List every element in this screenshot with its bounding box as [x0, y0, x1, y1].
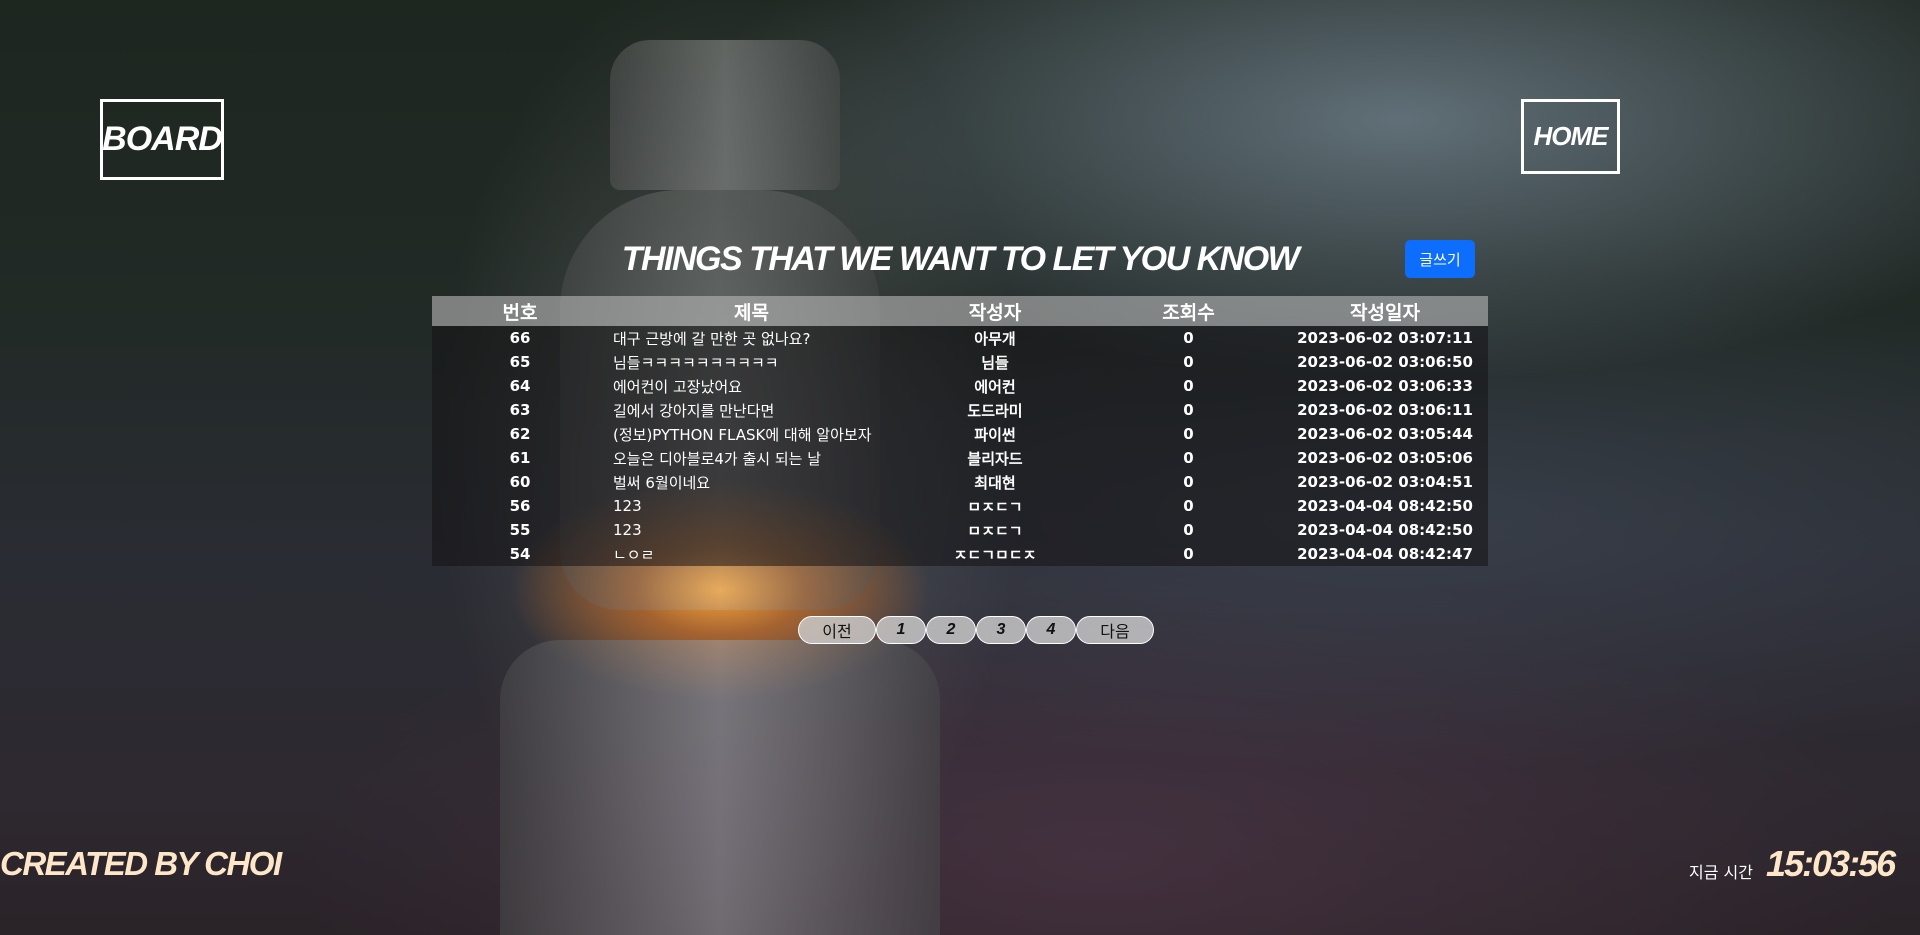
table-row[interactable]: 62 (정보)PYTHON FLASK에 대해 알아보자 파이썬 0 2023-…	[432, 422, 1488, 446]
post-title-cell: 123	[608, 518, 895, 542]
post-title-link[interactable]: 길에서 강아지를 만난다면	[613, 402, 774, 420]
lantern-cap	[610, 40, 840, 190]
column-header-views: 조회수	[1162, 301, 1215, 324]
post-date: 2023-06-02 03:06:11	[1297, 401, 1473, 419]
post-number: 65	[509, 353, 531, 371]
table-row[interactable]: 56 123 ㅁㅈㄷㄱ 0 2023-04-04 08:42:50	[432, 494, 1488, 518]
post-title-cell: 길에서 강아지를 만난다면	[608, 398, 895, 422]
post-number: 66	[509, 329, 531, 347]
column-header-number: 번호	[502, 301, 538, 324]
table-row[interactable]: 66 대구 근방에 갈 만한 곳 없나요? 아무개 0 2023-06-02 0…	[432, 326, 1488, 350]
post-views: 0	[1183, 401, 1194, 419]
post-title-cell: ㄴㅇㄹ	[608, 542, 895, 566]
board-logo: BOARD	[100, 99, 224, 180]
post-number: 55	[509, 521, 531, 539]
post-author: 님들	[981, 353, 1009, 372]
post-title-link[interactable]: 에어컨이 고장났어요	[613, 378, 742, 396]
post-title-link[interactable]: (정보)PYTHON FLASK에 대해 알아보자	[613, 426, 872, 444]
post-views: 0	[1183, 377, 1194, 395]
clock-label: 지금 시간	[1689, 863, 1753, 882]
post-date: 2023-04-04 08:42:50	[1297, 497, 1473, 515]
post-views: 0	[1183, 521, 1194, 539]
post-views: 0	[1183, 353, 1194, 371]
board-table: 번호 제목 작성자 조회수 작성일자 66 대구 근방에 갈 만한 곳 없나요?…	[432, 296, 1488, 566]
page-button-3[interactable]: 3	[976, 616, 1026, 644]
post-title-cell: 대구 근방에 갈 만한 곳 없나요?	[608, 326, 895, 350]
post-title-link[interactable]: 대구 근방에 갈 만한 곳 없나요?	[613, 330, 810, 348]
table-row[interactable]: 65 님들ㅋㅋㅋㅋㅋㅋㅋㅋㅋㅋ 님들 0 2023-06-02 03:06:50	[432, 350, 1488, 374]
next-page-button[interactable]: 다음	[1076, 616, 1154, 644]
post-views: 0	[1183, 473, 1194, 491]
post-views: 0	[1183, 449, 1194, 467]
column-header-title: 제목	[734, 301, 769, 324]
table-row[interactable]: 61 오늘은 디아블로4가 출시 되는 날 블리자드 0 2023-06-02 …	[432, 446, 1488, 470]
post-date: 2023-06-02 03:05:06	[1297, 449, 1473, 467]
page-button-4[interactable]: 4	[1026, 616, 1076, 644]
post-title-cell: 에어컨이 고장났어요	[608, 374, 895, 398]
lantern-base	[500, 640, 940, 935]
post-date: 2023-04-04 08:42:47	[1297, 545, 1473, 563]
post-number: 63	[509, 401, 531, 419]
post-number: 62	[509, 425, 531, 443]
page-title: THINGS THAT WE WANT TO LET YOU KNOW	[621, 240, 1300, 278]
table-row[interactable]: 55 123 ㅁㅈㄷㄱ 0 2023-04-04 08:42:50	[432, 518, 1488, 542]
post-title-link[interactable]: 123	[613, 521, 642, 539]
table-row[interactable]: 63 길에서 강아지를 만난다면 도드라미 0 2023-06-02 03:06…	[432, 398, 1488, 422]
table-header-row: 번호 제목 작성자 조회수 작성일자	[432, 296, 1488, 326]
table-row[interactable]: 60 벌써 6월이네요 최대현 0 2023-06-02 03:04:51	[432, 470, 1488, 494]
post-date: 2023-06-02 03:04:51	[1297, 473, 1473, 491]
post-number: 56	[509, 497, 531, 515]
post-author: 도드라미	[967, 401, 1023, 420]
page-button-1[interactable]: 1	[876, 616, 926, 644]
pagination: 이전 1 2 3 4 다음	[798, 616, 1154, 646]
post-author: ㅈㄷㄱㅁㄷㅈ	[953, 545, 1037, 564]
post-views: 0	[1183, 497, 1194, 515]
post-title-link[interactable]: 님들ㅋㅋㅋㅋㅋㅋㅋㅋㅋㅋ	[613, 354, 779, 372]
post-date: 2023-06-02 03:06:33	[1297, 377, 1473, 395]
post-number: 60	[509, 473, 531, 491]
post-author: ㅁㅈㄷㄱ	[967, 521, 1023, 540]
post-title-link[interactable]: 벌써 6월이네요	[613, 474, 710, 492]
prev-page-button[interactable]: 이전	[798, 616, 876, 644]
footer-credit: CREATED BY CHOI	[0, 845, 282, 882]
column-header-date: 작성일자	[1350, 301, 1420, 324]
post-author: ㅁㅈㄷㄱ	[967, 497, 1023, 516]
clock-time: 15:03:56	[1766, 843, 1896, 884]
home-button[interactable]: HOME	[1521, 99, 1620, 174]
post-title-link[interactable]: ㄴㅇㄹ	[613, 546, 654, 564]
table-row[interactable]: 64 에어컨이 고장났어요 에어컨 0 2023-06-02 03:06:33	[432, 374, 1488, 398]
post-number: 64	[509, 377, 531, 395]
post-date: 2023-06-02 03:05:44	[1297, 425, 1473, 443]
post-views: 0	[1183, 329, 1194, 347]
post-author: 파이썬	[974, 425, 1016, 444]
write-button[interactable]: 글쓰기	[1405, 240, 1475, 278]
post-author: 에어컨	[974, 377, 1016, 396]
post-author: 최대현	[974, 473, 1016, 492]
post-title-cell: 오늘은 디아블로4가 출시 되는 날	[608, 446, 895, 470]
post-author: 블리자드	[967, 449, 1023, 468]
post-views: 0	[1183, 425, 1194, 443]
post-date: 2023-06-02 03:07:11	[1297, 329, 1473, 347]
post-number: 61	[509, 449, 531, 467]
post-title-link[interactable]: 123	[613, 497, 642, 515]
post-date: 2023-04-04 08:42:50	[1297, 521, 1473, 539]
post-title-cell: 벌써 6월이네요	[608, 470, 895, 494]
post-title-cell: 123	[608, 494, 895, 518]
post-title-cell: (정보)PYTHON FLASK에 대해 알아보자	[608, 422, 895, 446]
post-author: 아무개	[974, 329, 1016, 348]
post-title-link[interactable]: 오늘은 디아블로4가 출시 되는 날	[613, 450, 821, 468]
column-header-author: 작성자	[968, 301, 1022, 324]
page-button-2[interactable]: 2	[926, 616, 976, 644]
post-date: 2023-06-02 03:06:50	[1297, 353, 1473, 371]
table-row[interactable]: 54 ㄴㅇㄹ ㅈㄷㄱㅁㄷㅈ 0 2023-04-04 08:42:47	[432, 542, 1488, 566]
post-number: 54	[509, 545, 531, 563]
post-title-cell: 님들ㅋㅋㅋㅋㅋㅋㅋㅋㅋㅋ	[608, 350, 895, 374]
post-views: 0	[1183, 545, 1194, 563]
